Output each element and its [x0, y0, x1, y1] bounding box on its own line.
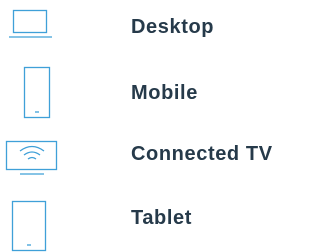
device-item-mobile: Mobile: [0, 66, 310, 119]
desktop-icon: [0, 4, 64, 44]
mobile-icon: [0, 66, 64, 119]
device-list: Desktop Mobile Connected TV Tablet: [0, 0, 310, 252]
device-item-tablet: Tablet: [0, 200, 310, 252]
device-label-connected-tv: Connected TV: [131, 143, 273, 165]
tablet-icon: [0, 200, 64, 252]
device-item-connected-tv: Connected TV: [0, 136, 310, 176]
device-label-desktop: Desktop: [131, 16, 215, 38]
device-label-tablet: Tablet: [131, 207, 193, 229]
device-item-desktop: Desktop: [0, 4, 310, 44]
connected-tv-icon: [0, 136, 64, 176]
device-label-mobile: Mobile: [131, 82, 198, 104]
